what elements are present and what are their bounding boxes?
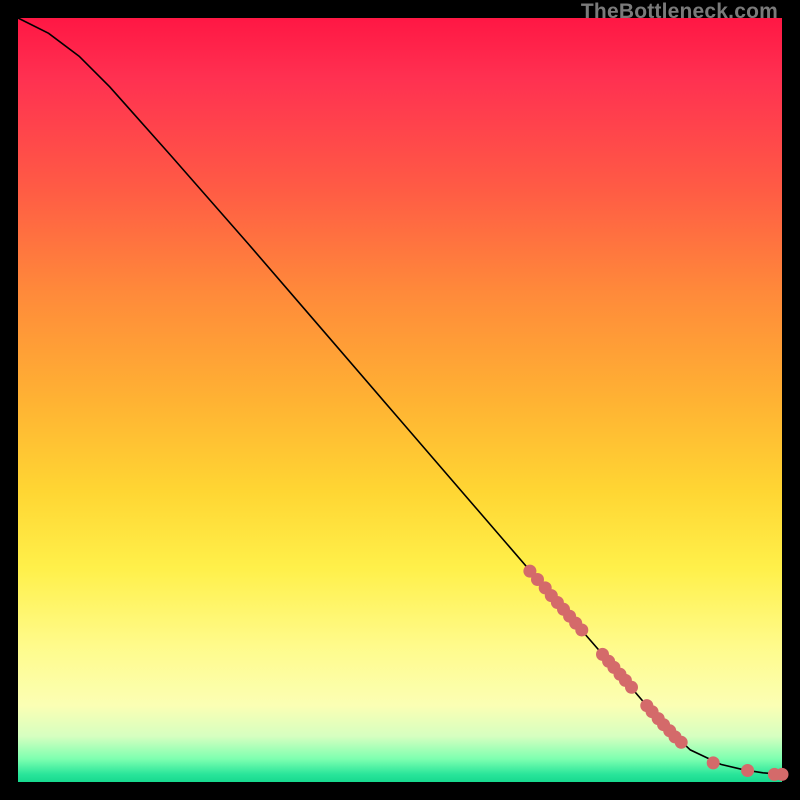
chart-frame: TheBottleneck.com bbox=[0, 0, 800, 800]
data-point bbox=[707, 756, 720, 769]
data-point bbox=[675, 736, 688, 749]
data-point bbox=[625, 681, 638, 694]
data-point bbox=[776, 768, 789, 781]
curve-line bbox=[18, 18, 782, 774]
plot-area bbox=[18, 18, 782, 782]
data-point bbox=[575, 624, 588, 637]
data-points-group bbox=[523, 565, 788, 781]
chart-svg bbox=[18, 18, 782, 782]
data-point bbox=[741, 764, 754, 777]
